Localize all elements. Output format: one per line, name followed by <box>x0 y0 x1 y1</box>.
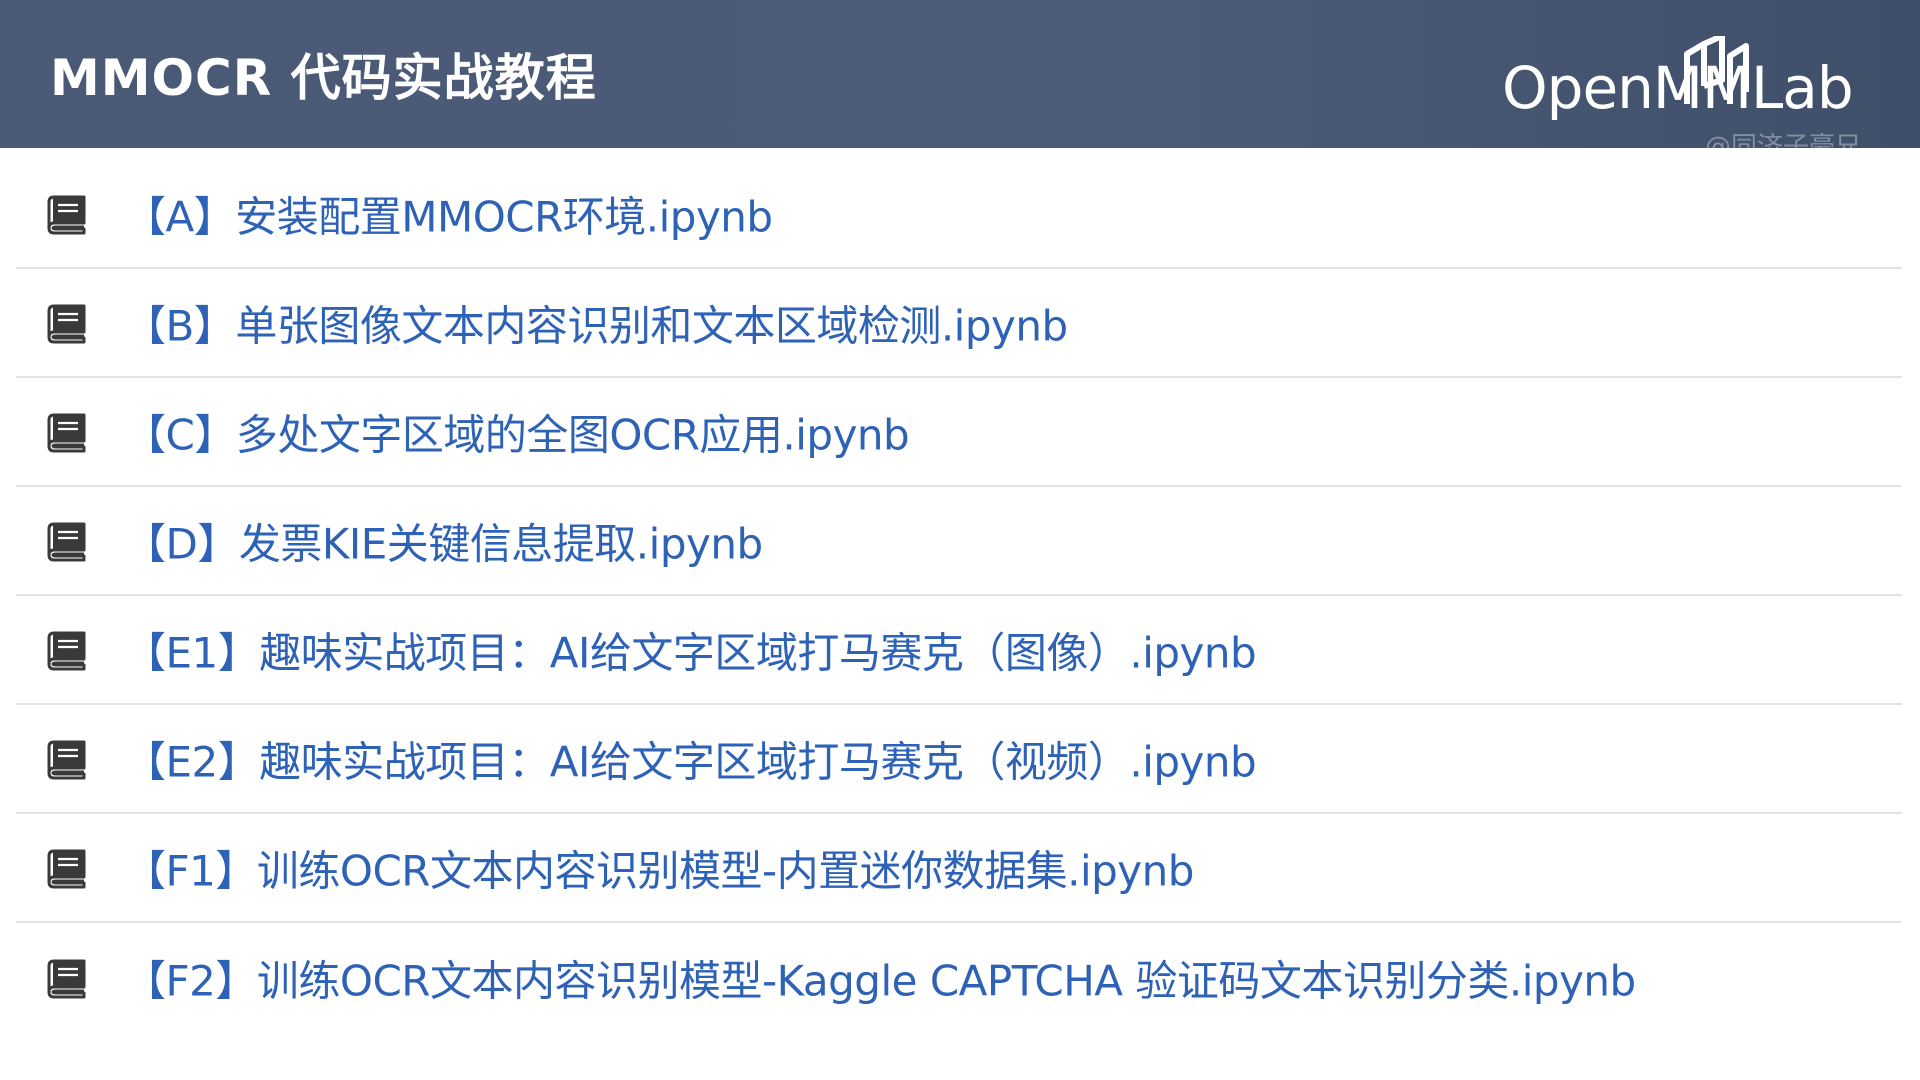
notebook-link-row[interactable]: 【E2】趣味实战项目：AI给文字区域打马赛克（视频）.ipynb <box>16 705 1902 814</box>
notebook-icon <box>47 195 86 234</box>
notebook-icon <box>47 849 86 888</box>
notebook-icon <box>47 304 86 343</box>
notebook-link-label[interactable]: 【C】多处文字区域的全图OCR应用.ipynb <box>124 401 910 462</box>
notebook-link-row[interactable]: 【E1】趣味实战项目：AI给文字区域打马赛克（图像）.ipynb <box>16 596 1902 705</box>
notebook-icon <box>47 631 86 670</box>
notebook-link-label[interactable]: 【A】安装配置MMOCR环境.ipynb <box>124 183 773 244</box>
notebook-link-row[interactable]: 【F2】训练OCR文本内容识别模型-Kaggle CAPTCHA 验证码文本识别… <box>16 923 1902 1032</box>
notebook-link-label[interactable]: 【E1】趣味实战项目：AI给文字区域打马赛克（图像）.ipynb <box>124 619 1257 680</box>
logo-wordmark: OpenMMLab <box>1502 54 1854 122</box>
notebook-link-label[interactable]: 【D】发票KIE关键信息提取.ipynb <box>124 510 763 571</box>
notebook-icon <box>47 959 86 998</box>
notebook-link-label[interactable]: 【F1】训练OCR文本内容识别模型-内置迷你数据集.ipynb <box>124 837 1194 898</box>
notebook-list: 【A】安装配置MMOCR环境.ipynb 【B】单张图像文本内容识别和文本区域检… <box>16 160 1902 1032</box>
notebook-link-label[interactable]: 【B】单张图像文本内容识别和文本区域检测.ipynb <box>124 292 1068 353</box>
header-bar: MMOCR 代码实战教程 OpenMMLab @同济子豪兄 <box>0 0 1920 162</box>
notebook-link-row[interactable]: 【F1】训练OCR文本内容识别模型-内置迷你数据集.ipynb <box>16 814 1902 923</box>
page-title: MMOCR 代码实战教程 <box>50 49 597 107</box>
notebook-icon <box>47 413 86 452</box>
notebook-icon <box>47 522 86 561</box>
slide-page: MMOCR 代码实战教程 OpenMMLab @同济子豪兄 【A】安装配置MMO… <box>0 0 1920 1080</box>
watermark-text: @同济子豪兄 <box>1705 132 1862 162</box>
notebook-link-label[interactable]: 【E2】趣味实战项目：AI给文字区域打马赛克（视频）.ipynb <box>124 728 1257 789</box>
notebook-link-row[interactable]: 【B】单张图像文本内容识别和文本区域检测.ipynb <box>16 269 1902 378</box>
notebook-link-label[interactable]: 【F2】训练OCR文本内容识别模型-Kaggle CAPTCHA 验证码文本识别… <box>124 947 1636 1008</box>
notebook-link-row[interactable]: 【A】安装配置MMOCR环境.ipynb <box>16 160 1902 269</box>
logo-mark-icon <box>1684 36 1749 104</box>
notebook-link-row[interactable]: 【D】发票KIE关键信息提取.ipynb <box>16 487 1902 596</box>
notebook-link-row[interactable]: 【C】多处文字区域的全图OCR应用.ipynb <box>16 378 1902 487</box>
notebook-icon <box>47 740 86 779</box>
